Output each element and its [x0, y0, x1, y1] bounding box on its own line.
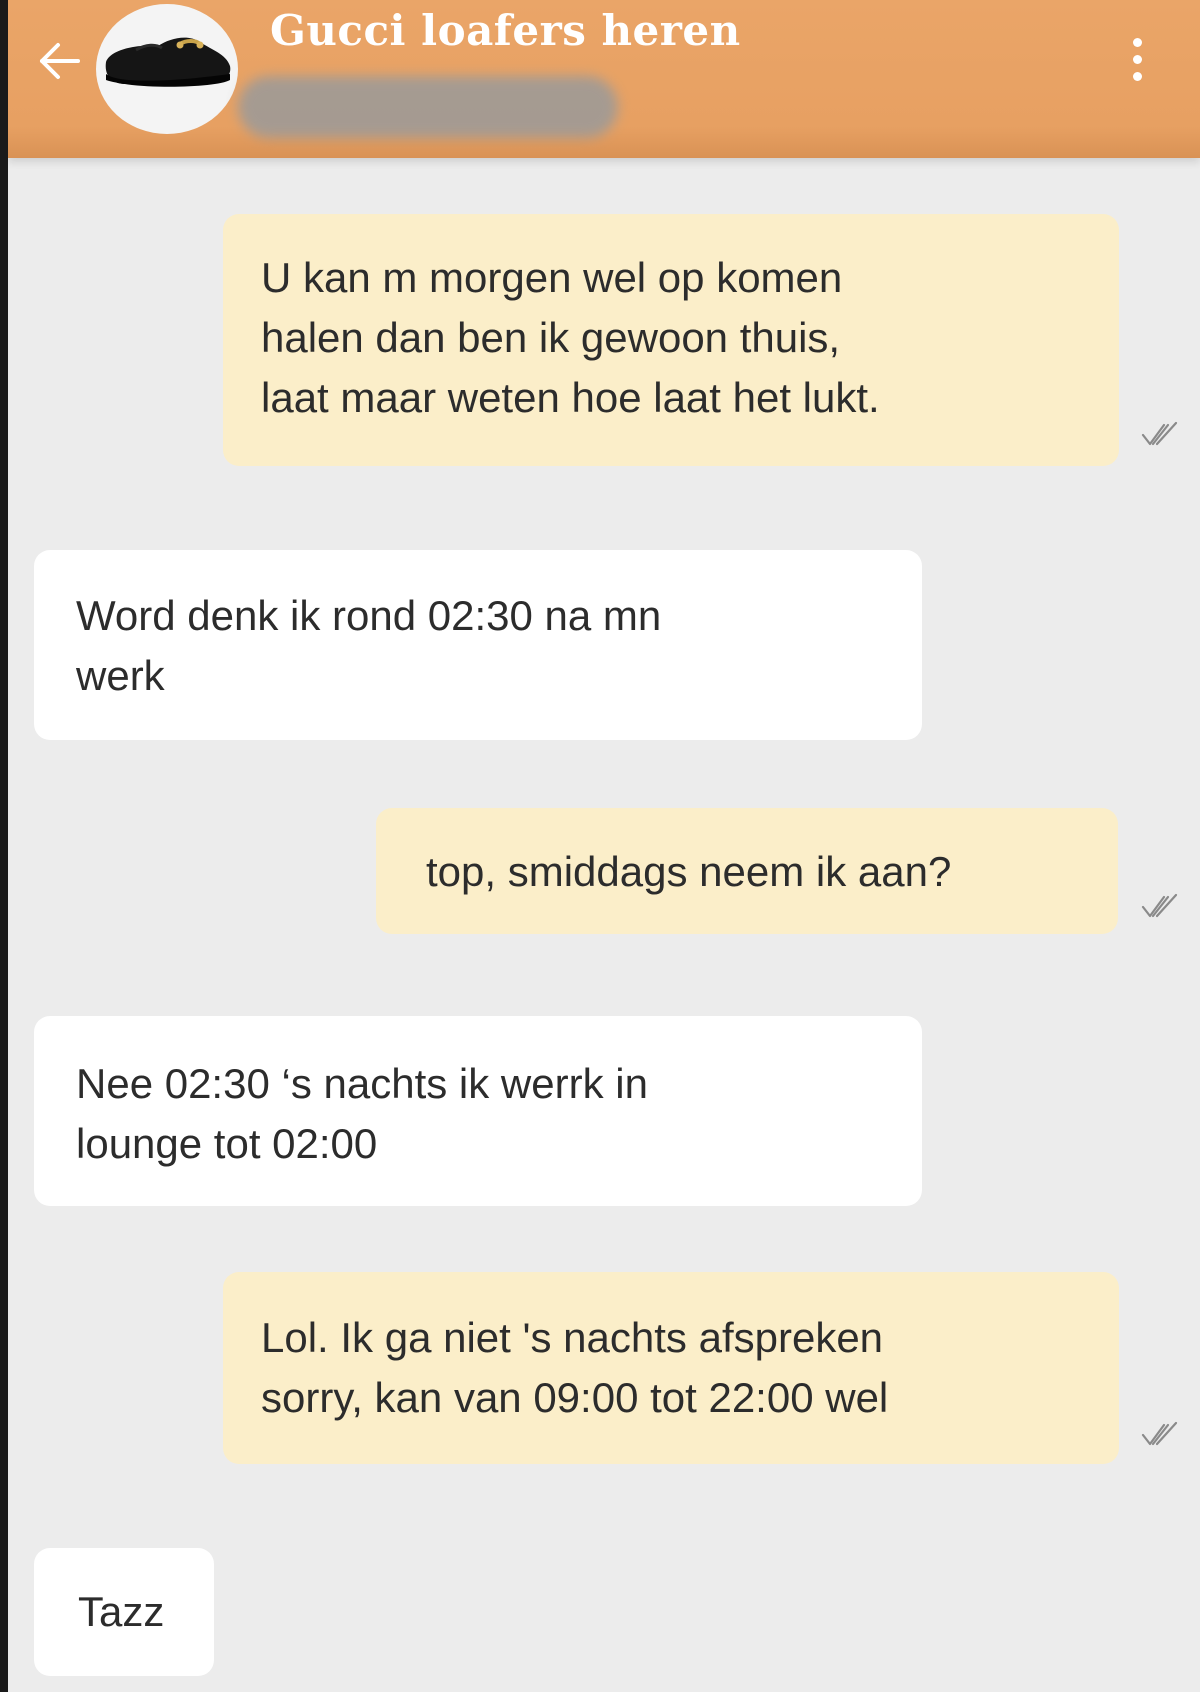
sent-message-bubble[interactable]: top, smiddags neem ik aan? [376, 808, 1118, 934]
message-text: top, smiddags neem ik aan? [426, 848, 952, 895]
received-message-bubble[interactable]: Word denk ik rond 02:30 na mn werk [34, 550, 922, 740]
avatar[interactable] [96, 4, 238, 134]
chat-header: Gucci loafers heren [8, 0, 1200, 158]
message-text: Lol. Ik ga niet 's nachts afspreken sorr… [261, 1314, 889, 1421]
sent-message-bubble[interactable]: U kan m morgen wel op komen halen dan be… [223, 214, 1119, 466]
double-check-icon [1141, 421, 1178, 446]
sent-message-bubble[interactable]: Lol. Ik ga niet 's nachts afspreken sorr… [223, 1272, 1119, 1464]
arrow-left-icon [40, 43, 80, 79]
back-button[interactable] [34, 36, 84, 86]
message-text: U kan m morgen wel op komen halen dan be… [261, 254, 880, 421]
more-vertical-icon [1124, 38, 1150, 81]
message-text: Tazz [78, 1588, 165, 1635]
loafer-shoe-icon [105, 37, 231, 87]
chat-screen: Gucci loafers heren U kan m morgen wel o… [8, 0, 1200, 1692]
message-text: Word denk ik rond 02:30 na mn werk [76, 592, 662, 699]
redacted-subtitle [238, 76, 618, 138]
double-check-icon [1141, 893, 1178, 918]
double-check-icon [1141, 1421, 1178, 1446]
chat-title: Gucci loafers heren [270, 6, 741, 55]
more-options-button[interactable] [1124, 38, 1150, 98]
message-text: Nee 02:30 ‘s nachts ik werrk in lounge t… [76, 1060, 648, 1167]
received-message-bubble[interactable]: Tazz [34, 1548, 214, 1676]
received-message-bubble[interactable]: Nee 02:30 ‘s nachts ik werrk in lounge t… [34, 1016, 922, 1206]
